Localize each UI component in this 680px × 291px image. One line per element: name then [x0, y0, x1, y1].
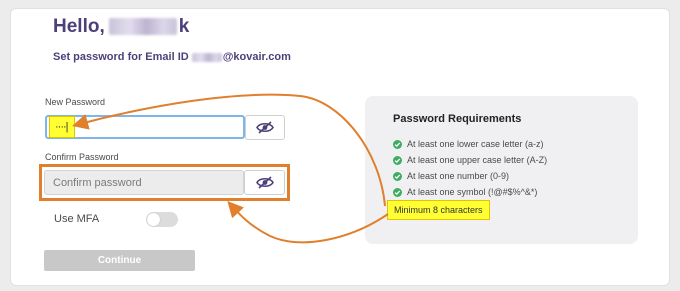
- annotation-arrows: [72, 93, 389, 244]
- annotation-arrow-to-confirm-password: [227, 201, 389, 244]
- annotation-arrow-to-new-password: [72, 93, 386, 207]
- screen: Hello, k Set password for Email ID @kovair…: [0, 0, 680, 291]
